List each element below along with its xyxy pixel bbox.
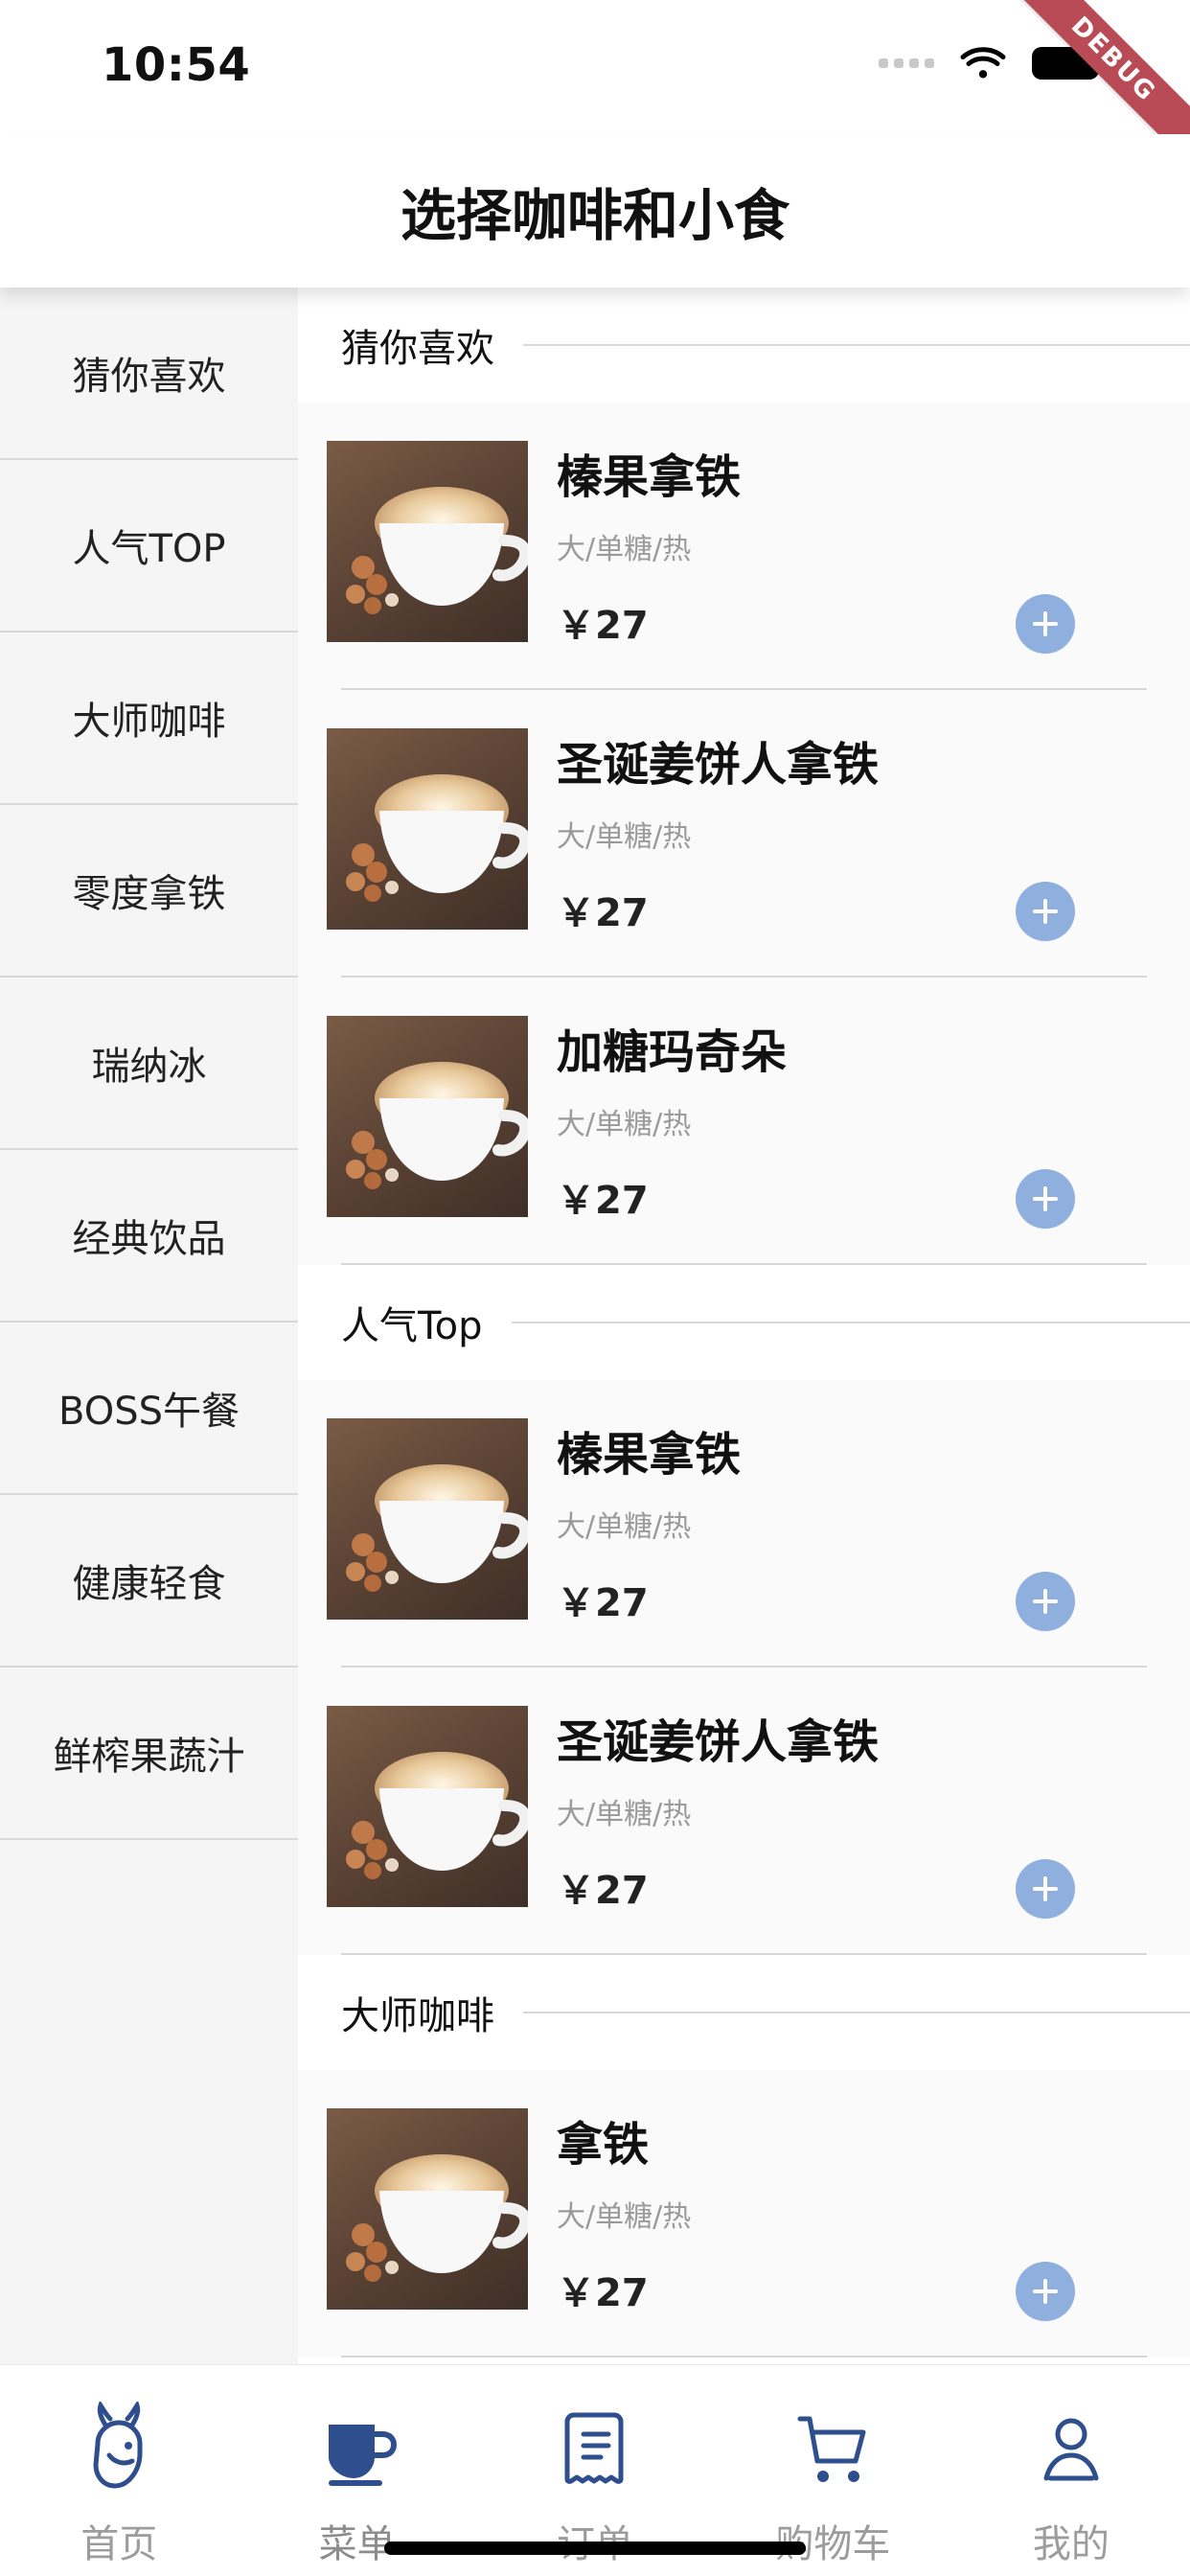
product-price: ￥27 bbox=[557, 891, 649, 935]
bottom-nav-label: 菜单 bbox=[318, 2522, 396, 2566]
sidebar-item-xian-zha-guo-shu-zhi[interactable]: 鲜榨果蔬汁 bbox=[0, 1668, 298, 1840]
coffee-image-icon bbox=[346, 774, 528, 902]
coffee-thumbnail bbox=[327, 441, 528, 642]
sidebar-item-cai-ni-xi-huan[interactable]: 猜你喜欢 bbox=[0, 288, 298, 460]
coffee-thumbnail bbox=[327, 2108, 528, 2310]
add-to-cart-button[interactable] bbox=[1016, 1859, 1075, 1919]
coffee-thumbnail bbox=[327, 1418, 528, 1620]
wifi-icon bbox=[960, 47, 1006, 79]
product-name: 加糖玛奇朵 bbox=[557, 1025, 788, 1079]
sidebar-item-da-shi-ka-fei[interactable]: 大师咖啡 bbox=[0, 632, 298, 805]
bottom-navigation: 首页 菜单 订单 购物车 我的 bbox=[0, 2364, 1190, 2576]
product-name: 圣诞姜饼人拿铁 bbox=[557, 738, 880, 792]
section-title: 人气Top bbox=[341, 1304, 483, 1348]
add-to-cart-button[interactable] bbox=[1016, 1169, 1075, 1229]
home-indicator[interactable] bbox=[384, 2542, 806, 2555]
product-options: 大/单糖/热 bbox=[557, 1510, 692, 1544]
product-row[interactable]: 圣诞姜饼人拿铁 大/单糖/热 ￥27 bbox=[298, 690, 1190, 978]
section-divider bbox=[523, 344, 1190, 346]
plus-icon bbox=[1033, 1589, 1058, 1614]
product-row[interactable]: 加糖玛奇朵 大/单糖/热 ￥27 bbox=[298, 978, 1190, 1265]
sidebar-item-label: 人气TOP bbox=[72, 527, 226, 571]
section-header: 猜你喜欢 bbox=[298, 288, 1190, 402]
product-name: 榛果拿铁 bbox=[557, 450, 742, 504]
product-options: 大/单糖/热 bbox=[557, 820, 692, 854]
bottom-nav-label: 购物车 bbox=[775, 2522, 891, 2566]
product-price: ￥27 bbox=[557, 1581, 649, 1625]
coffee-image-icon bbox=[346, 487, 528, 614]
coffee-thumbnail bbox=[327, 728, 528, 930]
sidebar-item-label: 猜你喜欢 bbox=[72, 355, 226, 399]
sidebar-item-label: BOSS午餐 bbox=[57, 1390, 240, 1434]
sidebar-item-label: 瑞纳冰 bbox=[91, 1045, 207, 1089]
coffee-thumbnail bbox=[327, 1016, 528, 1217]
product-row[interactable]: 圣诞姜饼人拿铁 大/单糖/热 ￥27 bbox=[298, 1668, 1190, 1955]
product-row[interactable]: 榛果拿铁 大/单糖/热 ￥27 bbox=[298, 402, 1190, 690]
product-price: ￥27 bbox=[557, 1869, 649, 1913]
sidebar-item-label: 鲜榨果蔬汁 bbox=[53, 1735, 245, 1779]
cart-icon bbox=[797, 2416, 866, 2482]
section-title: 猜你喜欢 bbox=[341, 327, 494, 371]
plus-icon bbox=[1033, 1876, 1058, 1901]
product-options: 大/单糖/热 bbox=[557, 1108, 692, 1141]
receipt-icon bbox=[564, 2412, 624, 2484]
coffee-thumbnail bbox=[327, 1706, 528, 1907]
sidebar-item-label: 大师咖啡 bbox=[72, 700, 226, 744]
product-price: ￥27 bbox=[557, 604, 649, 648]
cellular-signal-icon bbox=[879, 58, 934, 68]
section-title: 大师咖啡 bbox=[341, 1994, 494, 2038]
top-app-bar: 选择咖啡和小食 bbox=[0, 134, 1190, 288]
sidebar-item-boss-wu-can[interactable]: BOSS午餐 bbox=[0, 1322, 298, 1495]
product-options: 大/单糖/热 bbox=[557, 2200, 692, 2234]
product-price: ￥27 bbox=[557, 1179, 649, 1223]
add-to-cart-button[interactable] bbox=[1016, 594, 1075, 654]
deer-icon bbox=[93, 2402, 143, 2489]
section-header: 人气Top bbox=[298, 1265, 1190, 1380]
sidebar-item-label: 经典饮品 bbox=[72, 1217, 226, 1261]
add-to-cart-button[interactable] bbox=[1016, 2262, 1075, 2321]
product-name: 榛果拿铁 bbox=[557, 1428, 742, 1482]
bottom-nav-profile[interactable]: 我的 bbox=[952, 2365, 1190, 2576]
plus-icon bbox=[1033, 1186, 1058, 1211]
product-name: 圣诞姜饼人拿铁 bbox=[557, 1715, 880, 1769]
sidebar-item-rui-na-bing[interactable]: 瑞纳冰 bbox=[0, 978, 298, 1150]
section-divider bbox=[523, 2012, 1190, 2013]
product-options: 大/单糖/热 bbox=[557, 533, 692, 566]
section-header: 大师咖啡 bbox=[298, 1955, 1190, 2070]
product-row[interactable]: 拿铁 大/单糖/热 ￥27 bbox=[298, 2070, 1190, 2358]
menu-list[interactable]: 猜你喜欢 榛果拿铁 大/单糖/热 ￥27 圣诞姜饼人拿铁 大/单糖/热 ￥27 … bbox=[298, 288, 1190, 2365]
plus-icon bbox=[1033, 2279, 1058, 2304]
coffee-image-icon bbox=[346, 1752, 528, 1879]
status-bar: 10:54 DEBUG bbox=[0, 0, 1190, 183]
add-to-cart-button[interactable] bbox=[1016, 1572, 1075, 1631]
bottom-nav-label: 我的 bbox=[1032, 2522, 1110, 2566]
category-sidebar: 猜你喜欢 人气TOP 大师咖啡 零度拿铁 瑞纳冰 经典饮品 BOSS午餐 健康轻… bbox=[0, 288, 298, 2365]
bottom-nav-home[interactable]: 首页 bbox=[0, 2365, 238, 2576]
sidebar-item-jing-dian-yin-pin[interactable]: 经典饮品 bbox=[0, 1150, 298, 1322]
bottom-nav-label: 首页 bbox=[80, 2522, 158, 2566]
status-icons bbox=[879, 46, 1106, 80]
status-time: 10:54 bbox=[102, 38, 251, 92]
coffee-image-icon bbox=[346, 1062, 528, 1189]
sidebar-item-jian-kang-qing-shi[interactable]: 健康轻食 bbox=[0, 1495, 298, 1668]
coffee-cup-icon bbox=[328, 2425, 397, 2486]
product-name: 拿铁 bbox=[557, 2118, 650, 2172]
plus-icon bbox=[1033, 899, 1058, 924]
sidebar-item-ren-qi-top[interactable]: 人气TOP bbox=[0, 460, 298, 632]
sidebar-item-label: 健康轻食 bbox=[72, 1562, 226, 1606]
section-divider bbox=[511, 1322, 1190, 1323]
product-row[interactable]: 榛果拿铁 大/单糖/热 ￥27 bbox=[298, 1380, 1190, 1668]
product-options: 大/单糖/热 bbox=[557, 1798, 692, 1831]
coffee-image-icon bbox=[346, 2154, 528, 2282]
plus-icon bbox=[1033, 611, 1058, 636]
bottom-nav-label: 订单 bbox=[557, 2513, 633, 2568]
add-to-cart-button[interactable] bbox=[1016, 882, 1075, 941]
sidebar-item-ling-du-na-tie[interactable]: 零度拿铁 bbox=[0, 805, 298, 978]
product-price: ￥27 bbox=[557, 2271, 649, 2315]
sidebar-item-label: 零度拿铁 bbox=[72, 872, 226, 916]
page-title: 选择咖啡和小食 bbox=[400, 183, 790, 248]
user-icon bbox=[1043, 2418, 1099, 2481]
coffee-image-icon bbox=[346, 1464, 528, 1592]
